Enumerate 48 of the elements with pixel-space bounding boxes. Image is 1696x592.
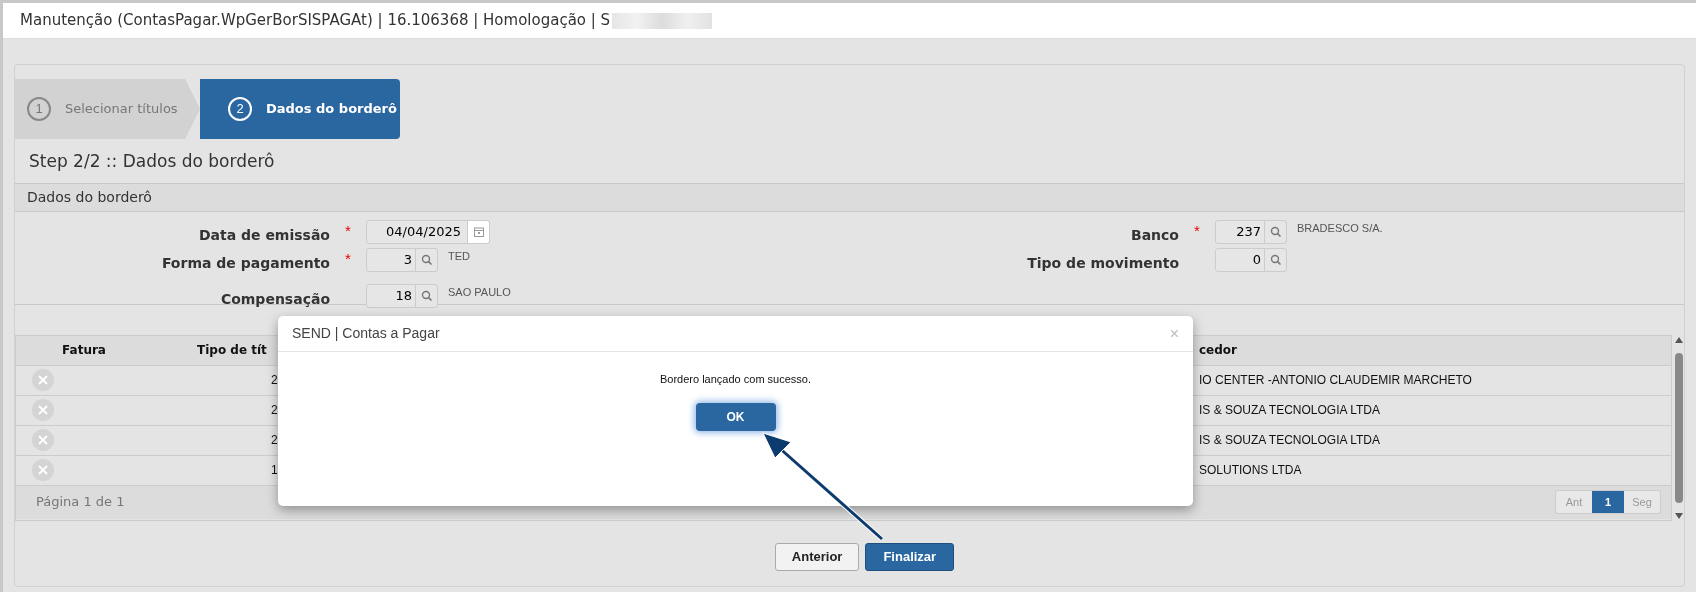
lookup-field[interactable]: 3 <box>366 247 438 272</box>
scrollbar-thumb[interactable] <box>1675 352 1683 503</box>
lookup-field[interactable]: 18 <box>366 283 438 308</box>
wizard-step[interactable]: 1 Selecionar títulos <box>15 79 200 139</box>
table-cell: 2 <box>271 373 278 387</box>
column-header: Fatura <box>62 343 106 357</box>
lookup-description: TED <box>448 248 470 264</box>
section-title: Dados do borderô <box>27 187 152 207</box>
ok-button[interactable]: OK <box>695 402 776 431</box>
table-cell-text: IO CENTER -ANTONIO CLAUDEMIR MARCHETO <box>1198 372 1472 389</box>
calendar-icon <box>472 225 485 238</box>
column-header: cedor <box>1199 343 1237 357</box>
table-cell: 2 <box>271 433 278 447</box>
table-cell: 1 <box>271 463 278 477</box>
table-cell-text: IS & SOUZA TECNOLOGIA LTDA <box>1198 402 1380 419</box>
field-label: Data de emissão <box>197 226 330 245</box>
search-icon <box>420 289 433 302</box>
table-cell-text: SOLUTIONS LTDA <box>1198 462 1302 479</box>
field-label: Compensação <box>219 290 330 309</box>
page-info: Página 1 de 1 <box>36 493 125 512</box>
step-title: Step 2/2 :: Dados do borderô <box>29 150 276 173</box>
required-asterisk: * <box>345 220 351 241</box>
search-icon <box>420 253 433 266</box>
back-button[interactable]: Anterior <box>774 542 860 571</box>
finish-button[interactable]: Finalizar <box>865 542 955 571</box>
lookup-field[interactable]: 0 <box>1215 247 1287 272</box>
calendar-button[interactable] <box>467 220 489 243</box>
table-cell-text: IS & SOUZA TECNOLOGIA LTDA <box>1198 432 1380 449</box>
lookup-field[interactable]: 237 <box>1215 219 1287 244</box>
dialog-message: Bordero lançado com sucesso. <box>660 372 811 387</box>
field-label: Banco <box>1130 226 1179 245</box>
scroll-up-icon[interactable] <box>1675 336 1683 343</box>
window-title: Manutenção (ContasPagar.WpGerBorSISPAGAt) | 16.106368 | Homologação | S <box>20 10 611 32</box>
search-icon <box>1269 253 1282 266</box>
lookup-description: SAO PAULO <box>448 284 511 300</box>
required-asterisk: * <box>345 248 351 269</box>
lookup-description: BRADESCO S/A. <box>1297 220 1383 236</box>
table-cell: 2 <box>271 403 278 417</box>
column-header: Tipo de tít <box>197 343 267 357</box>
wizard-step[interactable]: 2 Dados do borderô <box>200 79 400 139</box>
field-label: Forma de pagamento <box>160 254 330 273</box>
search-icon <box>1269 225 1282 238</box>
pager-button[interactable]: 1 <box>1592 491 1625 513</box>
required-asterisk: * <box>1194 220 1200 241</box>
field-label: Tipo de movimento <box>1026 254 1179 273</box>
scroll-down-icon[interactable] <box>1675 512 1683 519</box>
dialog-title: SEND | Contas a Pagar <box>292 324 440 343</box>
date-field[interactable]: 04/04/2025 <box>366 219 490 244</box>
